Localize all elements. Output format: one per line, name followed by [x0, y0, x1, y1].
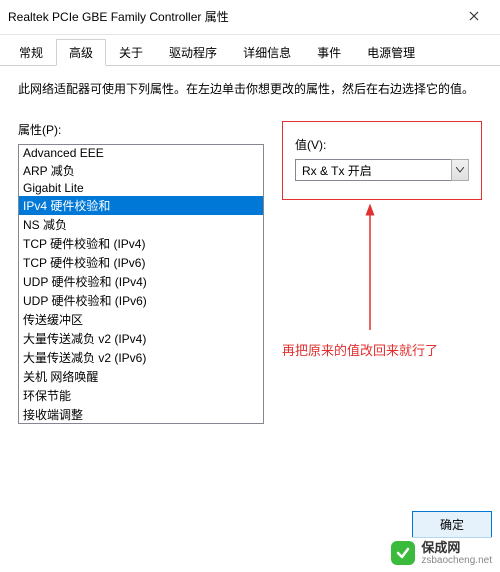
property-item[interactable]: Advanced EEE [19, 145, 263, 161]
ok-button[interactable]: 确定 [412, 511, 492, 538]
tab-5[interactable]: 事件 [304, 39, 354, 65]
property-item[interactable]: 接收端调整 [19, 405, 263, 424]
property-label: 属性(P): [18, 121, 264, 138]
property-item[interactable]: TCP 硬件校验和 (IPv4) [19, 234, 263, 253]
property-item[interactable]: Gigabit Lite [19, 180, 263, 196]
property-item[interactable]: UDP 硬件校验和 (IPv6) [19, 291, 263, 310]
property-item[interactable]: IPv4 硬件校验和 [19, 196, 263, 215]
description-text: 此网络适配器可使用下列属性。在左边单击你想更改的属性，然后在右边选择它的值。 [18, 80, 482, 99]
property-item[interactable]: NS 减负 [19, 215, 263, 234]
watermark-name: 保成网 [421, 541, 492, 555]
annotation-text: 再把原来的值改回来就行了 [282, 340, 438, 359]
property-item[interactable]: UDP 硬件校验和 (IPv4) [19, 272, 263, 291]
watermark: 保成网 zsbaocheng.net [383, 537, 500, 572]
close-icon [469, 11, 479, 21]
tab-4[interactable]: 详细信息 [230, 39, 304, 65]
property-item[interactable]: 传送缓冲区 [19, 310, 263, 329]
value-label: 值(V): [295, 136, 469, 153]
tab-3[interactable]: 驱动程序 [156, 39, 230, 65]
property-item[interactable]: TCP 硬件校验和 (IPv6) [19, 253, 263, 272]
tab-0[interactable]: 常规 [6, 39, 56, 65]
property-listbox[interactable]: Advanced EEEARP 减负Gigabit LiteIPv4 硬件校验和… [18, 144, 264, 424]
value-select-text: Rx & Tx 开启 [295, 159, 451, 181]
value-framed-box: 值(V): Rx & Tx 开启 [282, 121, 482, 200]
property-item[interactable]: 环保节能 [19, 386, 263, 405]
tab-6[interactable]: 电源管理 [354, 39, 428, 65]
window-title: Realtek PCIe GBE Family Controller 属性 [8, 8, 229, 25]
chevron-down-icon [456, 167, 464, 173]
tab-1[interactable]: 高级 [56, 39, 106, 66]
value-select-button[interactable] [451, 159, 469, 181]
property-item[interactable]: 大量传送减负 v2 (IPv6) [19, 348, 263, 367]
property-item[interactable]: ARP 减负 [19, 161, 263, 180]
property-item[interactable]: 大量传送减负 v2 (IPv4) [19, 329, 263, 348]
tab-bar: 常规高级关于驱动程序详细信息事件电源管理 [0, 35, 500, 66]
property-item[interactable]: 关机 网络唤醒 [19, 367, 263, 386]
watermark-logo-icon [391, 541, 415, 565]
tab-2[interactable]: 关于 [106, 39, 156, 65]
watermark-url: zsbaocheng.net [421, 555, 492, 566]
value-select[interactable]: Rx & Tx 开启 [295, 159, 469, 181]
close-button[interactable] [456, 6, 492, 26]
